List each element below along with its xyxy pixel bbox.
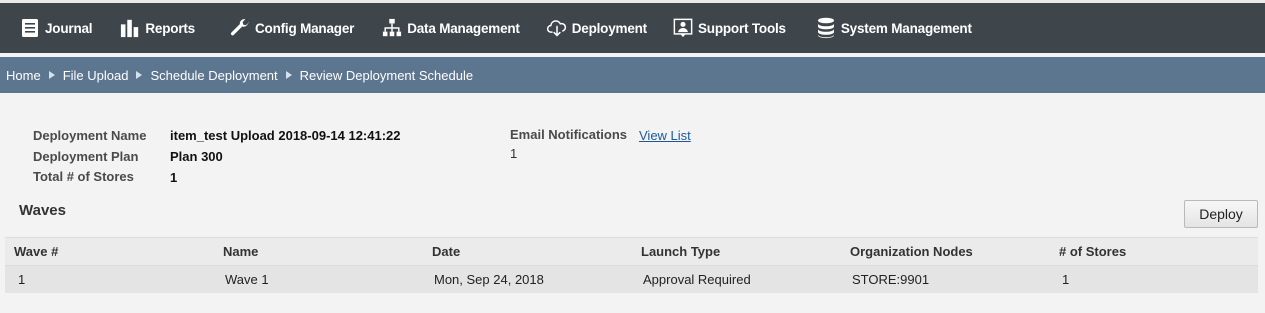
breadcrumb-review-deployment-schedule: Review Deployment Schedule [299, 67, 474, 83]
deployment-plan-label: Deployment Plan [33, 149, 139, 164]
nav-system-management[interactable]: System Management [816, 3, 972, 53]
breadcrumb-separator-icon [136, 71, 143, 79]
journal-icon [20, 17, 40, 39]
cell-store-count: 1 [1062, 272, 1070, 287]
column-header-wave-number[interactable]: Wave # [14, 244, 58, 259]
column-header-date[interactable]: Date [432, 244, 460, 259]
cell-date: Mon, Sep 24, 2018 [434, 272, 544, 287]
breadcrumb: Home File Upload Schedule Deployment Rev… [0, 57, 1265, 93]
column-header-name[interactable]: Name [223, 244, 258, 259]
column-header-organization-nodes[interactable]: Organization Nodes [850, 244, 973, 259]
deployment-details: Deployment Name item_test Upload 2018-09… [0, 93, 1265, 313]
deployment-plan-value: Plan 300 [170, 149, 223, 164]
deploy-button[interactable]: Deploy [1184, 200, 1258, 228]
nav-reports[interactable]: Reports [120, 3, 195, 53]
email-notifications-count: 1 [510, 146, 518, 161]
bar-chart-icon [120, 17, 140, 39]
cell-name: Wave 1 [225, 272, 269, 287]
cell-organization-nodes: STORE:9901 [852, 272, 930, 287]
nav-support-tools[interactable]: Support Tools [673, 3, 786, 53]
nav-config-manager-label: Config Manager [254, 20, 355, 36]
breadcrumb-file-upload[interactable]: File Upload [63, 68, 129, 83]
email-notifications-label: Email Notifications [510, 127, 628, 142]
column-header-launch-type[interactable]: Launch Type [641, 244, 720, 259]
breadcrumb-schedule-deployment[interactable]: Schedule Deployment [150, 68, 277, 83]
nav-journal-label: Journal [45, 20, 93, 36]
deployment-name-label: Deployment Name [33, 128, 147, 143]
waves-title: Waves [19, 202, 66, 219]
nav-data-management[interactable]: Data Management [382, 3, 520, 53]
cloud-download-icon [546, 17, 567, 39]
nav-deployment[interactable]: Deployment [546, 3, 647, 53]
main-navigation: Journal Reports Config Manager Data Mana… [0, 3, 1265, 53]
database-icon [816, 17, 836, 39]
table-row[interactable]: 1 Wave 1 Mon, Sep 24, 2018 Approval Requ… [5, 265, 1258, 293]
nav-deployment-label: Deployment [571, 20, 647, 36]
waves-table: Wave # Name Date Launch Type Organizatio… [5, 237, 1258, 293]
breadcrumb-separator-icon [285, 71, 292, 79]
column-header-store-count[interactable]: # of Stores [1059, 244, 1126, 259]
cell-wave-number: 1 [18, 272, 26, 287]
nav-support-tools-label: Support Tools [697, 20, 786, 36]
support-person-icon [673, 17, 693, 39]
deployment-name-value: item_test Upload 2018-09-14 12:41:22 [170, 128, 401, 143]
wrench-icon [230, 17, 250, 39]
nav-config-manager[interactable]: Config Manager [230, 3, 354, 53]
nav-journal[interactable]: Journal [20, 3, 93, 53]
table-header: Wave # Name Date Launch Type Organizatio… [5, 237, 1258, 265]
nav-system-management-label: System Management [840, 20, 972, 36]
nav-reports-label: Reports [145, 20, 195, 36]
nav-data-management-label: Data Management [407, 20, 520, 36]
cell-launch-type: Approval Required [643, 272, 751, 287]
view-list-link[interactable]: View List [639, 128, 691, 143]
hierarchy-icon [382, 17, 402, 39]
total-stores-label: Total # of Stores [33, 169, 134, 184]
total-stores-value: 1 [170, 170, 178, 185]
breadcrumb-separator-icon [48, 71, 55, 79]
breadcrumb-home[interactable]: Home [6, 68, 41, 83]
